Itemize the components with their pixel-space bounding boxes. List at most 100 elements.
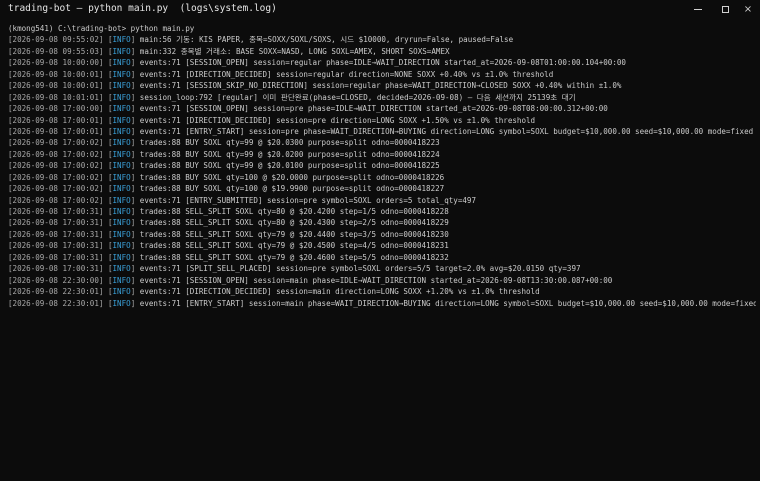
log-line: [2026-09-08 10:00:01] [INFO] events:71 [… — [8, 81, 622, 91]
log-line: [2026-09-08 10:01:01] [INFO] session_loo… — [8, 92, 576, 102]
log-line: [2026-09-08 17:00:01] [INFO] events:71 [… — [8, 126, 754, 136]
log-level: INFO — [112, 241, 131, 251]
log-timestamp: [2026-09-08 17:00:31] — [8, 229, 104, 239]
log-message: main:332 종목별 거래소: BASE SOXX=NASD, LONG S… — [139, 46, 450, 56]
log-message: trades:88 SELL_SPLIT SOXL qty=80 @ $20.4… — [139, 207, 449, 216]
log-level: INFO — [112, 161, 131, 171]
close-button[interactable]: × — [731, 0, 760, 19]
log-message: events:71 [DIRECTION_DECIDED] session=ma… — [139, 287, 540, 297]
log-message: trades:88 BUY SOXL qty=99 @ $20.0200 pur… — [139, 149, 440, 159]
log-timestamp: [2026-09-08 17:00:31] — [8, 241, 104, 251]
log-level: INFO — [112, 172, 131, 182]
log-level: INFO — [112, 287, 131, 297]
log-line: [2026-09-08 09:55:02] [INFO] main:56 기동:… — [8, 35, 514, 45]
log-message: trades:88 SELL_SPLIT SOXL qty=80 @ $20.4… — [139, 218, 449, 228]
log-line: [2026-09-08 17:00:31] [INFO] trades:88 S… — [8, 207, 449, 216]
terminal-output[interactable]: (kmong541) C:\trading-bot> python main.p… — [8, 23, 756, 473]
log-timestamp: [2026-09-08 17:00:31] — [8, 218, 104, 228]
log-line: [2026-09-08 17:00:31] [INFO] trades:88 S… — [8, 229, 449, 239]
log-message: session_loop:792 [regular] 이미 판단완료(phase… — [139, 92, 576, 102]
log-level: INFO — [112, 275, 131, 285]
log-line: [2026-09-08 17:00:02] [INFO] trades:88 B… — [8, 172, 445, 182]
close-icon: × — [743, 4, 753, 15]
log-timestamp: [2026-09-08 17:00:02] — [8, 184, 104, 194]
log-line: [2026-09-08 10:00:00] [INFO] events:71 [… — [8, 58, 626, 68]
log-timestamp: [2026-09-08 17:00:02] — [8, 149, 104, 159]
log-message: trades:88 SELL_SPLIT SOXL qty=79 @ $20.4… — [139, 241, 449, 251]
log-line: [2026-09-08 09:55:03] [INFO] main:332 종목… — [8, 46, 450, 56]
command-prompt-line: (kmong541) C:\trading-bot> python main.p… — [8, 23, 756, 34]
log-message: trades:88 BUY SOXL qty=99 @ $20.0100 pur… — [139, 161, 440, 171]
log-lines: [2026-09-08 09:55:02] [INFO] main:56 기동:… — [8, 34, 756, 309]
log-level: INFO — [112, 195, 131, 205]
log-level: INFO — [112, 264, 131, 274]
log-line: [2026-09-08 22:30:01] [INFO] events:71 [… — [8, 287, 540, 297]
log-line: [2026-09-08 17:00:02] [INFO] trades:88 B… — [8, 161, 440, 171]
log-line: [2026-09-08 17:00:31] [INFO] trades:88 S… — [8, 218, 449, 228]
log-level: INFO — [112, 46, 131, 56]
log-message: trades:88 BUY SOXL qty=100 @ $20.0000 pu… — [139, 172, 445, 182]
log-timestamp: [2026-09-08 10:00:01] — [8, 69, 104, 79]
log-level: INFO — [112, 229, 131, 239]
log-message: events:71 [ENTRY_START] session=pre phas… — [139, 126, 754, 136]
log-line: [2026-09-08 22:30:01] [INFO] events:71 [… — [8, 298, 756, 308]
log-line: [2026-09-08 17:00:02] [INFO] trades:88 B… — [8, 138, 440, 148]
log-line: [2026-09-08 17:00:31] [INFO] events:71 [… — [8, 264, 581, 274]
log-line: [2026-09-08 17:00:02] [INFO] events:71 [… — [8, 195, 477, 205]
log-timestamp: [2026-09-08 10:00:00] — [8, 58, 104, 68]
log-message: events:71 [SESSION_OPEN] session=pre pha… — [139, 104, 608, 114]
log-message: trades:88 SELL_SPLIT SOXL qty=79 @ $20.4… — [139, 229, 449, 239]
log-message: events:71 [ENTRY_SUBMITTED] session=pre … — [139, 195, 477, 205]
log-message: events:71 [SESSION_OPEN] session=main ph… — [139, 275, 613, 285]
log-line: [2026-09-08 17:00:02] [INFO] trades:88 B… — [8, 184, 445, 194]
log-timestamp: [2026-09-08 17:00:00] — [8, 104, 104, 114]
log-message: trades:88 SELL_SPLIT SOXL qty=79 @ $20.4… — [139, 252, 449, 262]
minimize-icon — [694, 8, 702, 10]
log-level: INFO — [112, 115, 131, 125]
log-level: INFO — [112, 218, 131, 228]
log-timestamp: [2026-09-08 10:01:01] — [8, 92, 104, 102]
log-timestamp: [2026-09-08 22:30:01] — [8, 298, 104, 308]
log-message: events:71 [DIRECTION_DECIDED] session=re… — [139, 69, 554, 79]
log-message: trades:88 BUY SOXL qty=100 @ $19.9900 pu… — [139, 184, 445, 194]
log-level: INFO — [112, 58, 131, 68]
log-timestamp: [2026-09-08 17:00:31] — [8, 264, 104, 274]
log-message: events:71 [DIRECTION_DECIDED] session=pr… — [139, 115, 536, 125]
log-timestamp: [2026-09-08 09:55:03] — [8, 46, 104, 56]
log-level: INFO — [112, 298, 131, 308]
log-line: [2026-09-08 17:00:31] [INFO] trades:88 S… — [8, 241, 449, 251]
log-timestamp: [2026-09-08 17:00:01] — [8, 126, 104, 136]
title-bar[interactable]: trading-bot — python main.py (logs\syste… — [0, 0, 760, 19]
log-timestamp: [2026-09-08 17:00:02] — [8, 161, 104, 171]
log-line: [2026-09-08 17:00:02] [INFO] trades:88 B… — [8, 149, 440, 159]
log-level: INFO — [112, 81, 131, 91]
log-level: INFO — [112, 92, 131, 102]
log-line: [2026-09-08 17:00:01] [INFO] events:71 [… — [8, 115, 536, 125]
log-timestamp: [2026-09-08 17:00:02] — [8, 172, 104, 182]
log-line: [2026-09-08 10:00:01] [INFO] events:71 [… — [8, 69, 554, 79]
window-title: trading-bot — python main.py (logs\syste… — [8, 3, 277, 14]
log-timestamp: [2026-09-08 22:30:00] — [8, 275, 104, 285]
log-level: INFO — [112, 138, 131, 148]
log-message: events:71 [SPLIT_SELL_PLACED] session=pr… — [139, 264, 581, 274]
log-level: INFO — [112, 252, 131, 262]
log-timestamp: [2026-09-08 17:00:02] — [8, 195, 104, 205]
log-timestamp: [2026-09-08 09:55:02] — [8, 35, 104, 45]
log-line: [2026-09-08 17:00:31] [INFO] trades:88 S… — [8, 252, 449, 262]
log-level: INFO — [112, 126, 131, 136]
log-level: INFO — [112, 35, 131, 45]
log-timestamp: [2026-09-08 17:00:31] — [8, 252, 104, 262]
log-timestamp: [2026-09-08 17:00:31] — [8, 207, 104, 216]
log-line: [2026-09-08 17:00:00] [INFO] events:71 [… — [8, 104, 608, 114]
log-message: events:71 [ENTRY_START] session=main pha… — [139, 298, 756, 308]
log-level: INFO — [112, 69, 131, 79]
log-message: events:71 [SESSION_SKIP_NO_DIRECTION] se… — [139, 81, 622, 91]
log-level: INFO — [112, 184, 131, 194]
log-level: INFO — [112, 149, 131, 159]
log-message: events:71 [SESSION_OPEN] session=regular… — [139, 58, 626, 68]
log-timestamp: [2026-09-08 10:00:01] — [8, 81, 104, 91]
log-level: INFO — [112, 207, 131, 216]
log-message: trades:88 BUY SOXL qty=99 @ $20.0300 pur… — [139, 138, 440, 148]
log-level: INFO — [112, 104, 131, 114]
maximize-icon — [721, 5, 729, 13]
